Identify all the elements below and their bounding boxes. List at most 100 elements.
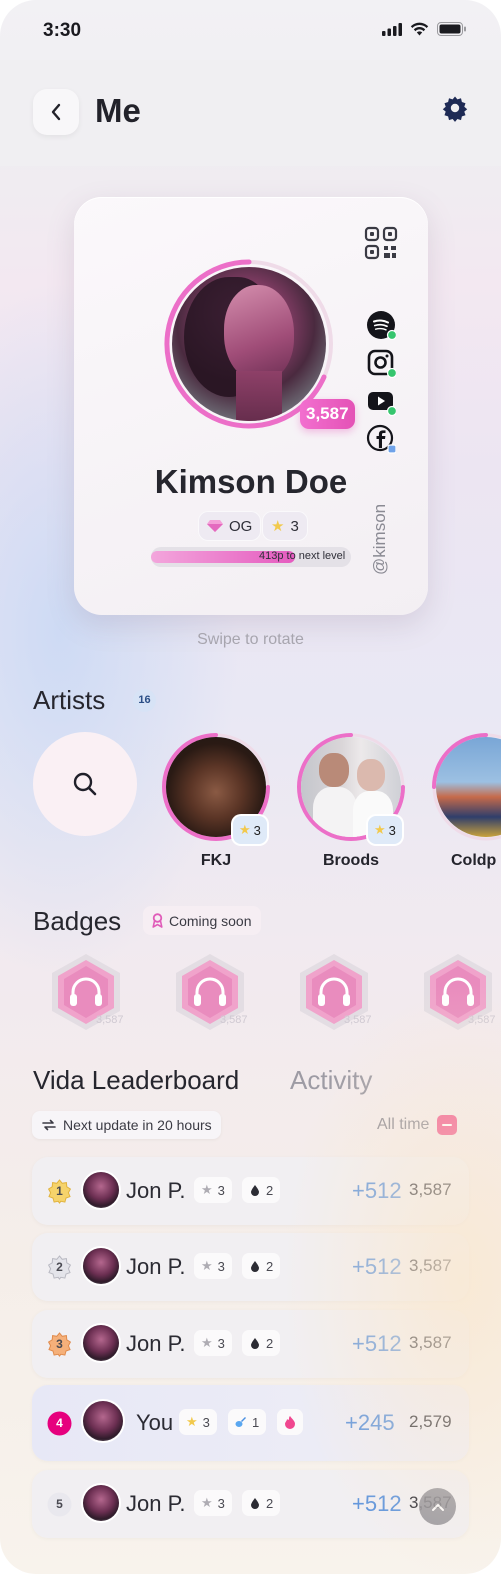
badge-item[interactable]: 3,587 [172,952,262,1032]
stars-chip: ★ 3 [194,1330,232,1356]
tier-chip: OG [198,511,262,541]
header: Me [0,60,501,166]
drops-chip: 2 [242,1490,281,1516]
badge-count: 3,587 [96,1014,124,1026]
stars-count: 3 [217,1258,225,1274]
headphones-badge-icon [424,954,492,1030]
user-avatar [83,1401,123,1441]
rank-number: 5 [56,1497,63,1511]
rank-badge: 2 [47,1255,72,1280]
badge-item[interactable]: 3,587 [296,952,386,1032]
artist-card-coldplay[interactable]: Coldp [431,732,501,878]
drops-chip: 2 [242,1253,281,1279]
leaderboard-row-you[interactable]: 4 You ★ 3 1 +245 2,579 [32,1385,469,1461]
user-name: You [136,1410,174,1435]
rank-number: 2 [56,1260,63,1274]
stars-chip: ★ 3 [194,1253,232,1279]
back-button[interactable] [33,89,79,135]
badge-item[interactable]: 3,587 [48,952,138,1032]
drop-icon [251,1338,259,1349]
star-icon: ★ [201,1258,213,1273]
artist-card-fkj[interactable]: ★ 3 FKJ [161,732,271,878]
rank-badge: 4 [47,1411,72,1436]
flame-chip [277,1409,303,1435]
leaderboard-row[interactable]: 2 Jon P. ★ 3 2 +512 3,587 [32,1233,469,1301]
user-name: Jon P. [126,1254,186,1279]
wifi-icon [410,22,429,36]
points-total: 3,587 [409,1493,452,1512]
points-total: 3,587 [409,1333,452,1352]
artist-name: Broods [323,852,379,869]
drops-chip: 2 [242,1177,281,1203]
rank-number: 3 [56,1337,63,1351]
artist-card-broods[interactable]: ★ 3 Broods [296,732,406,878]
stars-count: 3 [202,1414,210,1430]
gem-icon [207,520,223,532]
points-total: 3,587 [409,1180,452,1199]
user-avatar [83,1485,119,1521]
points-delta: +512 [352,1331,402,1356]
artist-star-chip: ★ 3 [368,816,402,844]
star-count-chip: ★ 3 [262,511,308,541]
facebook-icon[interactable] [366,424,396,454]
spotify-icon[interactable] [366,310,396,340]
badge-item[interactable]: 3,587 [420,952,501,1032]
artist-name: Coldp [451,852,497,869]
scroll-to-top-button[interactable] [419,1488,456,1525]
points-delta: +245 [345,1410,395,1435]
star-icon: ★ [271,518,285,535]
artist-stars: 3 [388,822,396,838]
star-icon: ★ [239,822,251,837]
flame-icon [285,1416,295,1429]
rank-number: 1 [56,1184,63,1198]
points-badge: 3,587 [300,399,355,429]
artist-name: FKJ [200,852,232,869]
artists-title: Artists [33,685,106,715]
drop-icon [251,1185,259,1196]
rank-badge: 1 [47,1179,72,1204]
qr-code-icon[interactable] [364,226,398,260]
avatar-photo [172,267,326,421]
search-icon [73,772,97,796]
tab-activity[interactable]: Activity [290,1065,372,1096]
instagram-icon[interactable] [366,348,396,378]
leaderboard-row[interactable]: 3 Jon P. ★ 3 2 +512 3,587 [32,1310,469,1378]
calendar-icon [437,1115,458,1135]
star-icon: ★ [201,1182,213,1197]
refresh-icon [42,1119,56,1131]
star-icon: ★ [201,1335,213,1350]
ribbon-icon [152,913,163,928]
headphones-badge-icon [300,954,368,1030]
status-icons [382,22,467,36]
profile-handle: @kimson [370,503,389,575]
level-progress-text: 413p to next level [259,550,346,562]
artist-stars: 3 [253,822,261,838]
next-update-label: Next update in 20 hours [63,1117,212,1133]
badge-count: 3,587 [468,1014,496,1026]
profile-card[interactable]: 3,587 Kimson Doe OG ★ 3 413p to next lev… [74,197,428,615]
swipe-hint: Swipe to rotate [197,631,304,648]
drops-chip: 1 [228,1409,267,1435]
user-name: Jon P. [126,1491,186,1516]
leaderboard-row[interactable]: 1 Jon P. ★ 3 2 +512 3,587 [32,1157,469,1225]
badge-count: 3,587 [220,1014,248,1026]
period-selector[interactable]: All time [377,1115,458,1135]
tab-leaderboard[interactable]: Vida Leaderboard [33,1065,239,1096]
artist-search-button[interactable] [33,732,137,836]
next-update-chip: Next update in 20 hours [32,1111,221,1139]
stars-count: 3 [217,1495,225,1511]
star-count: 3 [290,517,299,535]
settings-gear-icon[interactable] [441,94,469,122]
stars-count: 3 [217,1182,225,1198]
points-delta: +512 [352,1491,402,1516]
drops-count: 2 [266,1495,274,1511]
drop-icon [251,1498,259,1509]
coming-soon-label: Coming soon [169,912,252,929]
leaderboard-row[interactable]: 5 Jon P. ★ 3 2 +512 3,587 [32,1470,469,1538]
points-total: 2,579 [409,1412,452,1431]
rank-badge: 5 [47,1492,72,1517]
page-title: Me [95,92,141,129]
user-avatar [83,1248,119,1284]
youtube-icon[interactable] [366,386,396,416]
drop-icon [251,1261,259,1272]
